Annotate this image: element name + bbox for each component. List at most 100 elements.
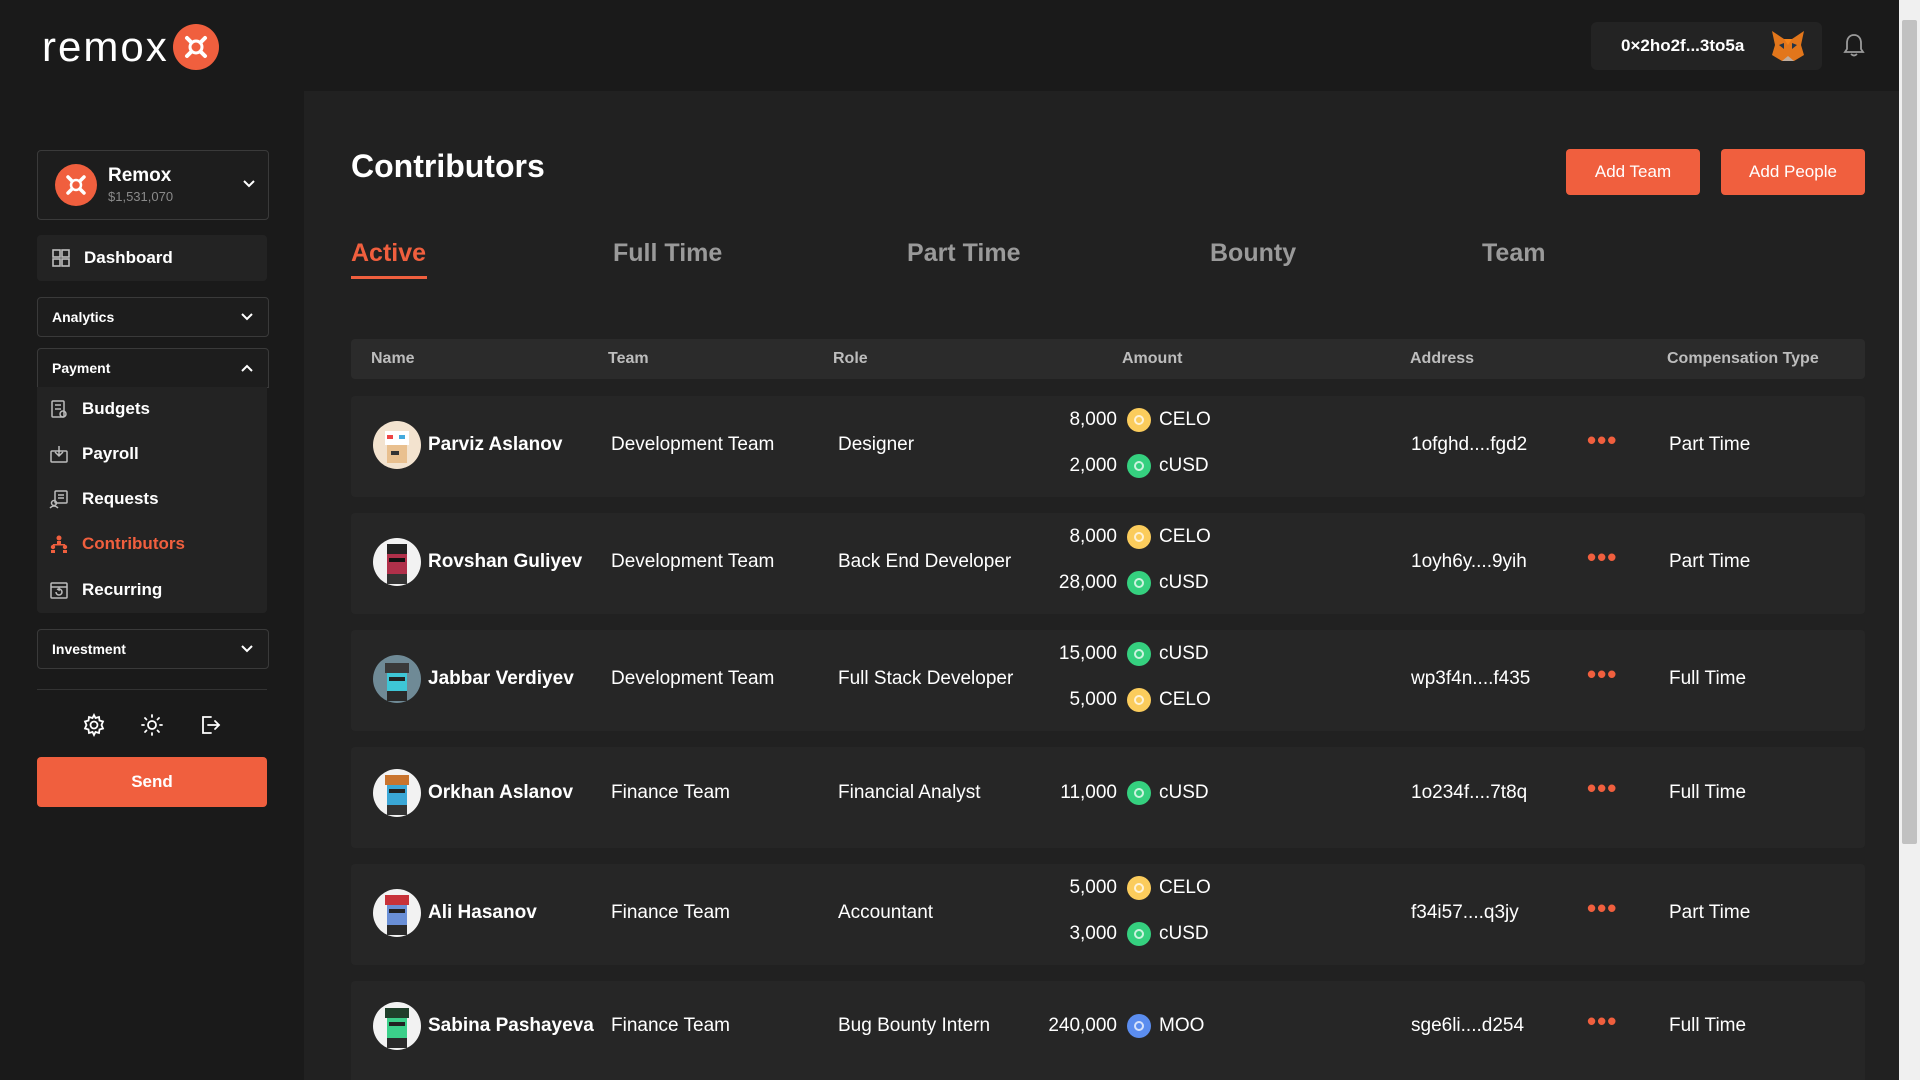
logo-text: remox xyxy=(42,23,169,70)
budgets-icon xyxy=(51,400,67,418)
token-symbol: cUSD xyxy=(1159,455,1209,476)
account-switcher[interactable]: Remox $1,531,070 xyxy=(37,150,269,220)
sidebar-item-label: Payroll xyxy=(82,444,139,463)
cusd-token-icon xyxy=(1127,454,1151,478)
sidebar-group-investment[interactable]: Investment xyxy=(37,629,269,669)
payroll-icon xyxy=(50,446,68,463)
tab-active[interactable]: Active xyxy=(351,239,426,268)
recurring-icon xyxy=(50,582,68,599)
sidebar-item-label: Dashboard xyxy=(84,248,173,267)
logout-icon[interactable] xyxy=(198,713,222,737)
sidebar-item-label: Requests xyxy=(82,489,159,508)
more-options-icon[interactable]: ••• xyxy=(1587,1006,1617,1037)
account-name: Remox xyxy=(108,165,172,186)
account-avatar-icon xyxy=(55,164,97,206)
sidebar-item-contributors[interactable]: Contributors xyxy=(37,524,267,564)
tab-team[interactable]: Team xyxy=(1482,239,1545,268)
address-cell: 1oyh6y....9yih xyxy=(1411,551,1527,572)
sidebar-item-dashboard[interactable]: Dashboard xyxy=(37,235,267,281)
compensation-cell: Full Time xyxy=(1669,668,1747,689)
amount-line: 3,000 cUSD xyxy=(957,920,1209,948)
role-cell: Designer xyxy=(838,434,915,455)
token-symbol: CELO xyxy=(1159,526,1211,547)
token-symbol: cUSD xyxy=(1159,923,1209,944)
avatar xyxy=(373,1002,421,1050)
more-options-icon[interactable]: ••• xyxy=(1587,542,1617,573)
tab-bounty[interactable]: Bounty xyxy=(1210,239,1296,268)
theme-sun-icon[interactable] xyxy=(140,713,164,737)
amount-value: 8,000 xyxy=(1069,526,1117,547)
sidebar-item-payroll[interactable]: Payroll xyxy=(37,434,267,474)
top-bar: remox 0×2ho2f...3to5a xyxy=(0,0,1899,91)
sidebar-item-budgets[interactable]: Budgets xyxy=(37,389,267,429)
account-balance: $1,531,070 xyxy=(108,189,174,204)
scrollbar-thumb[interactable] xyxy=(1902,20,1917,844)
compensation-cell: Full Time xyxy=(1669,782,1747,803)
celo-token-icon xyxy=(1127,688,1151,712)
sidebar-item-label: Budgets xyxy=(82,399,150,418)
column-header-name: Name xyxy=(371,350,415,367)
sidebar-item-label: Recurring xyxy=(82,580,163,599)
amount-value: 240,000 xyxy=(1048,1015,1117,1036)
amount-line: 8,000 CELO xyxy=(957,406,1211,434)
send-button[interactable]: Send xyxy=(37,757,267,807)
table-header: Name Team Role Amount Address Compensati… xyxy=(351,339,1865,379)
dashboard-icon xyxy=(52,249,70,267)
table-row[interactable]: Jabbar Verdiyev Development Team Full St… xyxy=(351,630,1865,731)
contributor-name: Ali Hasanov xyxy=(428,902,537,923)
team-cell: Finance Team xyxy=(611,1015,730,1036)
sidebar-group-payment[interactable]: Payment xyxy=(37,348,269,388)
tab-full-time[interactable]: Full Time xyxy=(613,239,722,268)
team-cell: Finance Team xyxy=(611,902,730,923)
more-options-icon[interactable]: ••• xyxy=(1587,773,1617,804)
compensation-cell: Part Time xyxy=(1669,434,1751,455)
wallet-button[interactable]: 0×2ho2f...3to5a xyxy=(1591,22,1822,70)
settings-gear-icon[interactable] xyxy=(82,713,106,737)
table-row[interactable]: Parviz Aslanov Development Team Designer… xyxy=(351,396,1865,497)
logo-mark-icon xyxy=(172,24,219,70)
amount-line: 28,000 cUSD xyxy=(957,569,1209,597)
sidebar-item-requests[interactable]: Requests xyxy=(37,479,267,519)
amount-value: 3,000 xyxy=(1069,923,1117,944)
token-symbol: cUSD xyxy=(1159,643,1209,664)
table-row[interactable]: Sabina Pashayeva Finance Team Bug Bounty… xyxy=(351,981,1865,1080)
address-cell: sge6li....d254 xyxy=(1411,1015,1525,1036)
requests-icon xyxy=(49,490,68,509)
add-team-button[interactable]: Add Team xyxy=(1566,149,1700,195)
more-options-icon[interactable]: ••• xyxy=(1587,425,1617,456)
notification-bell-icon[interactable] xyxy=(1842,32,1866,58)
amount-line: 2,000 cUSD xyxy=(957,452,1209,480)
table-row[interactable]: Rovshan Guliyev Development Team Back En… xyxy=(351,513,1865,614)
table-row[interactable]: Orkhan Aslanov Finance Team Financial An… xyxy=(351,747,1865,848)
token-symbol: CELO xyxy=(1159,689,1211,710)
cusd-token-icon xyxy=(1127,571,1151,595)
remox-logo[interactable]: remox xyxy=(42,22,219,72)
avatar xyxy=(373,421,421,469)
token-symbol: CELO xyxy=(1159,877,1211,898)
add-people-button[interactable]: Add People xyxy=(1721,149,1865,195)
sidebar-group-analytics[interactable]: Analytics xyxy=(37,297,269,337)
group-label: Analytics xyxy=(52,309,115,325)
celo-token-icon xyxy=(1127,525,1151,549)
amount-value: 28,000 xyxy=(1058,572,1117,593)
tab-part-time[interactable]: Part Time xyxy=(907,239,1020,268)
moo-token-icon xyxy=(1127,1014,1151,1038)
more-options-icon[interactable]: ••• xyxy=(1587,659,1617,690)
amount-value: 5,000 xyxy=(1069,689,1117,710)
group-label: Investment xyxy=(52,641,126,657)
sidebar-item-recurring[interactable]: Recurring xyxy=(37,570,267,610)
compensation-cell: Part Time xyxy=(1669,902,1751,923)
table-row[interactable]: Ali Hasanov Finance Team Accountant 5,00… xyxy=(351,864,1865,965)
avatar xyxy=(373,655,421,703)
compensation-cell: Full Time xyxy=(1669,1015,1747,1036)
team-cell: Development Team xyxy=(611,551,775,572)
contributor-name: Parviz Aslanov xyxy=(428,434,563,455)
contributors-icon xyxy=(50,535,68,553)
contributor-name: Jabbar Verdiyev xyxy=(428,668,574,689)
chevron-up-icon xyxy=(241,364,253,372)
amount-line: 11,000 cUSD xyxy=(957,779,1209,807)
amount-value: 2,000 xyxy=(1069,455,1117,476)
cusd-token-icon xyxy=(1127,922,1151,946)
more-options-icon[interactable]: ••• xyxy=(1587,893,1617,924)
page-title: Contributors xyxy=(351,148,545,184)
